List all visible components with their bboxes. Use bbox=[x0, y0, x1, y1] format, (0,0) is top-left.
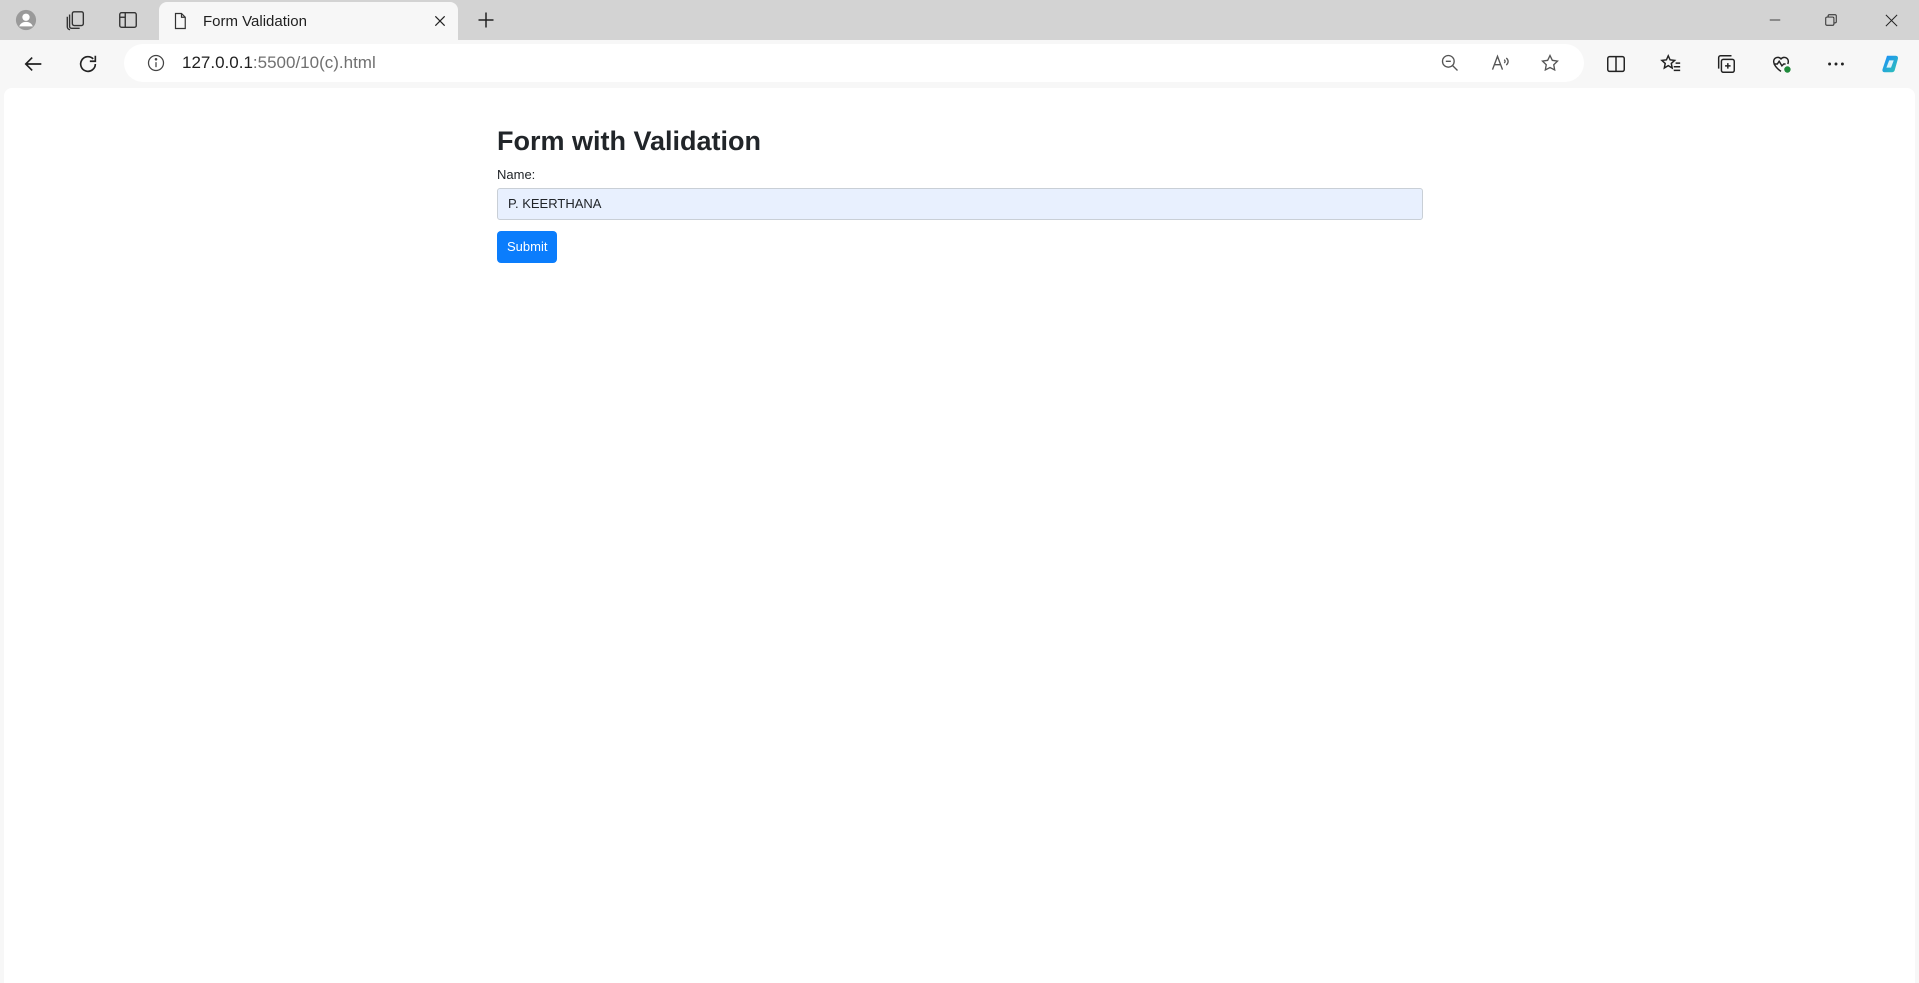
close-icon bbox=[1885, 14, 1897, 26]
vertical-tabs-button[interactable] bbox=[108, 4, 148, 36]
page-viewport: Form with Validation Name: P. KEERTHANA … bbox=[4, 88, 1915, 983]
copilot-icon bbox=[1882, 55, 1898, 73]
form-container: Form with Validation Name: P. KEERTHANA … bbox=[497, 126, 1423, 263]
split-screen-button[interactable] bbox=[1596, 46, 1636, 82]
close-window-button[interactable] bbox=[1863, 0, 1919, 40]
minimize-icon bbox=[1769, 19, 1781, 21]
name-label: Name: bbox=[497, 167, 536, 182]
favorites-list-icon bbox=[1660, 53, 1681, 72]
back-button[interactable] bbox=[14, 46, 54, 82]
restore-icon bbox=[1825, 14, 1837, 26]
more-options-button[interactable] bbox=[1816, 46, 1856, 82]
profile-button[interactable] bbox=[6, 4, 46, 36]
workspaces-button[interactable] bbox=[56, 4, 96, 36]
back-arrow-icon bbox=[24, 56, 42, 72]
submit-button[interactable]: Submit bbox=[497, 231, 558, 263]
browser-essentials-button[interactable] bbox=[1761, 46, 1801, 82]
favorite-star-icon[interactable] bbox=[1530, 45, 1570, 81]
address-bar[interactable]: 127.0.0.1:5500/10(c).html bbox=[124, 44, 1584, 82]
profile-icon bbox=[15, 9, 37, 31]
url-text[interactable]: 127.0.0.1:5500/10(c).html bbox=[182, 53, 1430, 73]
toolbar-right bbox=[1596, 46, 1911, 82]
browser-toolbar: 127.0.0.1:5500/10(c).html bbox=[0, 40, 1919, 88]
url-host: 127.0.0.1 bbox=[182, 53, 253, 72]
more-dots-icon bbox=[1828, 62, 1844, 66]
document-icon bbox=[171, 12, 189, 30]
collections-button[interactable] bbox=[1706, 46, 1746, 82]
vertical-tabs-icon bbox=[119, 11, 137, 29]
zoom-out-icon[interactable] bbox=[1430, 45, 1470, 81]
workspaces-icon bbox=[66, 11, 85, 31]
split-screen-icon bbox=[1607, 55, 1625, 73]
new-tab-button[interactable] bbox=[466, 4, 506, 36]
reload-button[interactable] bbox=[68, 46, 108, 82]
tab-title: Form Validation bbox=[203, 12, 307, 30]
tab-form-validation[interactable]: Form Validation bbox=[159, 2, 458, 40]
url-path: :5500/10(c).html bbox=[252, 53, 376, 72]
collections-icon bbox=[1717, 55, 1735, 73]
name-input[interactable]: P. KEERTHANA bbox=[497, 188, 1423, 220]
read-aloud-icon[interactable] bbox=[1480, 45, 1520, 81]
minimize-button[interactable] bbox=[1747, 0, 1803, 40]
page-title: Form with Validation bbox=[497, 126, 762, 156]
restore-button[interactable] bbox=[1803, 0, 1859, 40]
tab-strip: Form Validation bbox=[0, 0, 1919, 40]
heart-pulse-icon bbox=[1772, 56, 1791, 73]
copilot-button[interactable] bbox=[1871, 46, 1911, 82]
reload-icon bbox=[79, 55, 97, 73]
favorites-button[interactable] bbox=[1651, 46, 1691, 82]
plus-icon bbox=[478, 12, 494, 28]
site-info-icon[interactable] bbox=[136, 44, 176, 82]
close-tab-icon[interactable] bbox=[426, 7, 454, 35]
